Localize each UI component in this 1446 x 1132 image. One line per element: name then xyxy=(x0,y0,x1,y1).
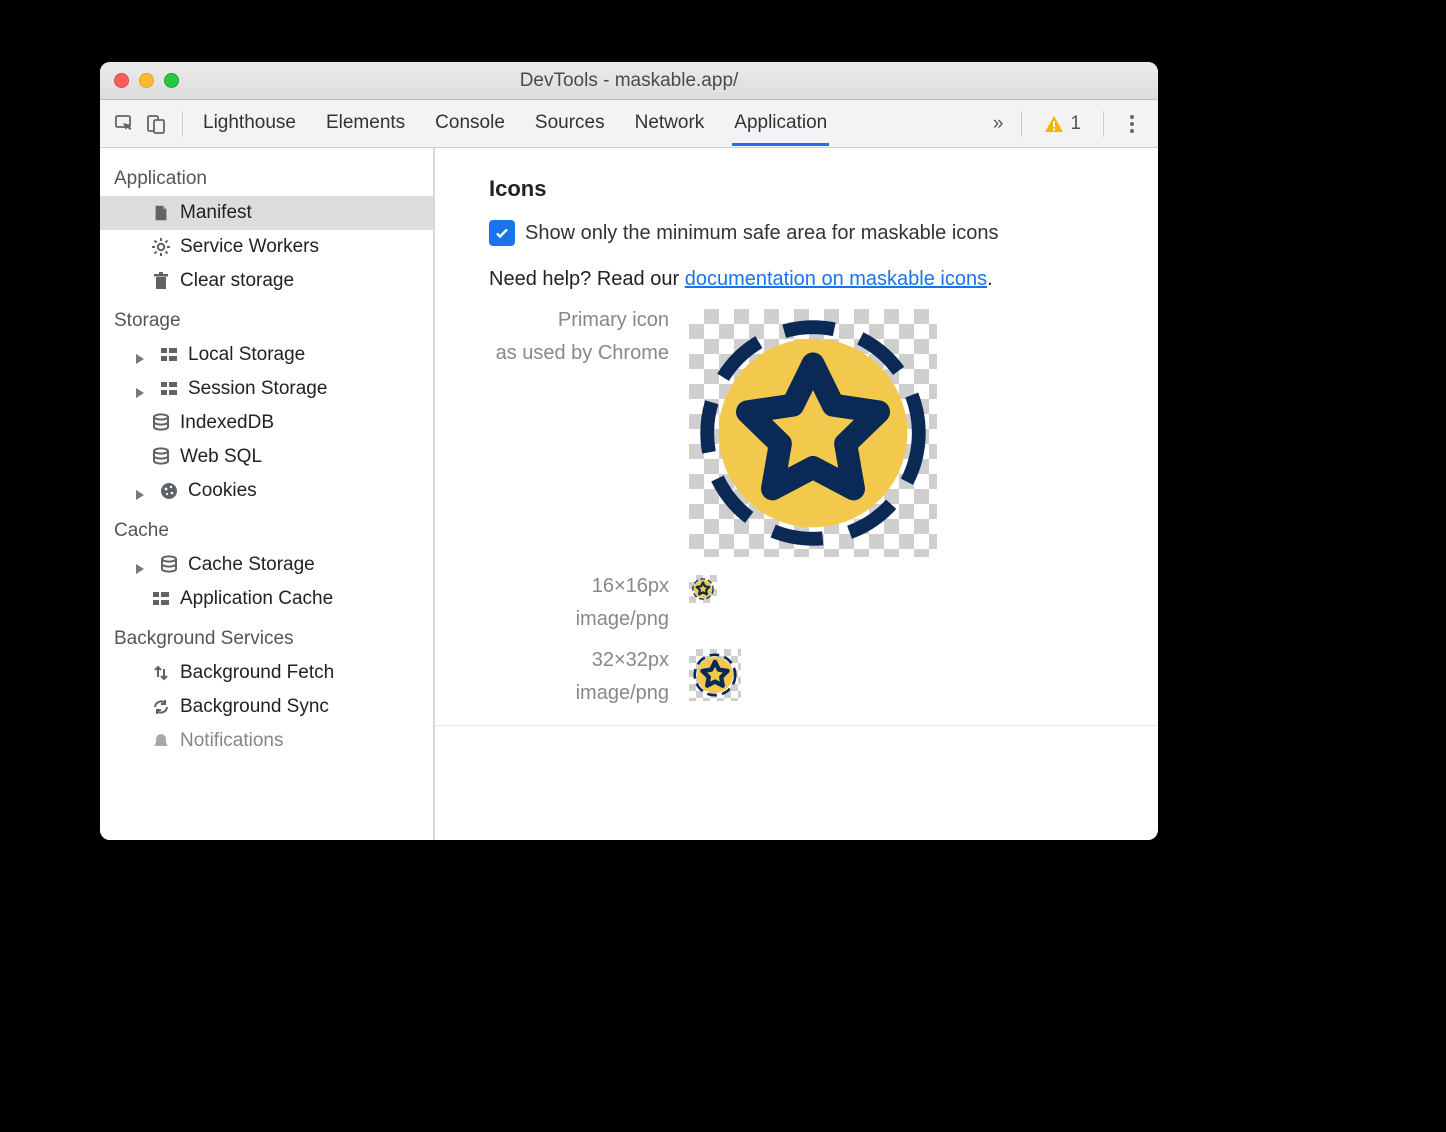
safe-area-checkbox-label: Show only the minimum safe area for mask… xyxy=(525,222,999,245)
section-application: Application xyxy=(100,156,433,196)
icon-row-16: 16×16px image/png xyxy=(489,575,1138,631)
primary-icon-label: Primary icon as used by Chrome xyxy=(489,309,669,557)
primary-icon-preview xyxy=(689,309,937,557)
sidebar-item-cache-storage[interactable]: Cache Storage xyxy=(100,548,433,582)
section-storage: Storage xyxy=(100,298,433,338)
tab-application[interactable]: Application xyxy=(732,102,829,146)
sidebar-item-notifications[interactable]: Notifications xyxy=(100,724,433,758)
section-background-services: Background Services xyxy=(100,616,433,656)
device-toolbar-icon[interactable] xyxy=(142,110,170,138)
sidebar-item-background-sync[interactable]: Background Sync xyxy=(100,690,433,724)
devtools-window: DevTools - maskable.app/ Lighthouse Elem… xyxy=(100,62,1158,840)
database-icon xyxy=(158,554,180,576)
sidebar-item-label: Cache Storage xyxy=(188,554,315,576)
application-sidebar: Application Manifest Service Workers Cle… xyxy=(100,148,435,840)
sidebar-item-label: IndexedDB xyxy=(180,412,274,434)
safe-area-checkbox-row: Show only the minimum safe area for mask… xyxy=(489,220,1138,246)
chevron-right-icon[interactable] xyxy=(136,558,150,572)
file-icon xyxy=(150,202,172,224)
more-tabs-icon[interactable]: » xyxy=(987,113,1010,135)
sidebar-item-label: Clear storage xyxy=(180,270,294,292)
sidebar-item-label: Application Cache xyxy=(180,588,333,610)
sidebar-item-label: Cookies xyxy=(188,480,257,502)
window-title: DevTools - maskable.app/ xyxy=(100,70,1158,92)
chevron-right-icon[interactable] xyxy=(136,382,150,396)
manifest-panel: Icons Show only the minimum safe area fo… xyxy=(435,148,1158,840)
trash-icon xyxy=(150,270,172,292)
devtools-toolbar: Lighthouse Elements Console Sources Netw… xyxy=(100,100,1158,148)
sidebar-item-label: Manifest xyxy=(180,202,252,224)
sidebar-item-label: Notifications xyxy=(180,730,284,752)
tab-lighthouse[interactable]: Lighthouse xyxy=(201,102,298,146)
sidebar-item-session-storage[interactable]: Session Storage xyxy=(100,372,433,406)
help-text: Need help? Read our documentation on mas… xyxy=(489,268,1138,291)
check-icon xyxy=(494,225,510,241)
warning-count: 1 xyxy=(1070,113,1081,135)
chevron-right-icon[interactable] xyxy=(136,348,150,362)
chevron-right-icon[interactable] xyxy=(136,484,150,498)
sidebar-item-manifest[interactable]: Manifest xyxy=(100,196,433,230)
tab-console[interactable]: Console xyxy=(433,102,507,146)
sidebar-item-label: Service Workers xyxy=(180,236,319,258)
titlebar: DevTools - maskable.app/ xyxy=(100,62,1158,100)
cookie-icon xyxy=(158,480,180,502)
settings-menu-icon[interactable] xyxy=(1122,115,1142,133)
warning-icon xyxy=(1044,114,1064,134)
panel-tabs: Lighthouse Elements Console Sources Netw… xyxy=(201,102,983,146)
safe-area-checkbox[interactable] xyxy=(489,220,515,246)
sidebar-item-label: Session Storage xyxy=(188,378,327,400)
app-star-icon xyxy=(692,578,714,600)
sidebar-item-cookies[interactable]: Cookies xyxy=(100,474,433,508)
sidebar-item-application-cache[interactable]: Application Cache xyxy=(100,582,433,616)
sidebar-item-indexeddb[interactable]: IndexedDB xyxy=(100,406,433,440)
icon-row-32: 32×32px image/png xyxy=(489,649,1138,705)
updown-icon xyxy=(150,662,172,684)
bell-icon xyxy=(150,730,172,752)
sidebar-item-label: Background Sync xyxy=(180,696,329,718)
sidebar-item-label: Web SQL xyxy=(180,446,262,468)
sync-icon xyxy=(150,696,172,718)
sidebar-item-local-storage[interactable]: Local Storage xyxy=(100,338,433,372)
app-star-icon xyxy=(698,318,928,548)
tab-network[interactable]: Network xyxy=(633,102,707,146)
grid-icon xyxy=(158,344,180,366)
toolbar-divider xyxy=(1103,111,1104,137)
panel-divider xyxy=(435,725,1158,726)
sidebar-item-websql[interactable]: Web SQL xyxy=(100,440,433,474)
sidebar-item-label: Background Fetch xyxy=(180,662,334,684)
icon-preview-16 xyxy=(689,575,717,603)
icon-preview-32 xyxy=(689,649,741,701)
grid-icon xyxy=(158,378,180,400)
primary-icon-row: Primary icon as used by Chrome xyxy=(489,309,1138,557)
sidebar-item-service-workers[interactable]: Service Workers xyxy=(100,230,433,264)
database-icon xyxy=(150,412,172,434)
icon-label-32: 32×32px image/png xyxy=(489,649,669,705)
sidebar-item-clear-storage[interactable]: Clear storage xyxy=(100,264,433,298)
tab-sources[interactable]: Sources xyxy=(533,102,607,146)
toolbar-divider xyxy=(182,111,183,137)
grid-icon xyxy=(150,588,172,610)
icon-label-16: 16×16px image/png xyxy=(489,575,669,631)
database-icon xyxy=(150,446,172,468)
sidebar-item-background-fetch[interactable]: Background Fetch xyxy=(100,656,433,690)
gear-icon xyxy=(150,236,172,258)
tab-elements[interactable]: Elements xyxy=(324,102,407,146)
warnings-indicator[interactable]: 1 xyxy=(1044,113,1081,135)
inspect-element-icon[interactable] xyxy=(110,110,138,138)
section-cache: Cache xyxy=(100,508,433,548)
help-link[interactable]: documentation on maskable icons xyxy=(685,268,987,290)
icons-heading: Icons xyxy=(489,176,1138,202)
sidebar-item-label: Local Storage xyxy=(188,344,305,366)
app-star-icon xyxy=(693,653,737,697)
toolbar-divider xyxy=(1021,111,1022,137)
